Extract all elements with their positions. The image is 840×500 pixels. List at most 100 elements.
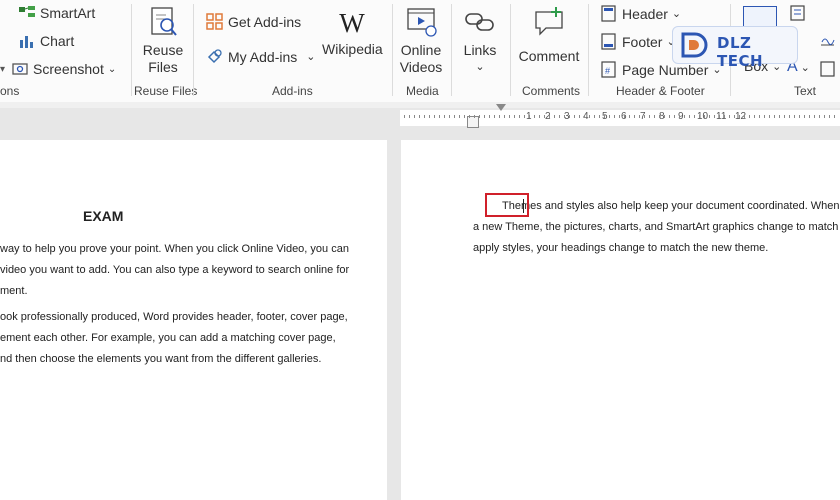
ruler-tick [469,115,470,118]
links-button[interactable]: Links ⌄ [456,8,504,76]
chart-button[interactable]: Chart [18,33,74,49]
separator [392,4,393,96]
quick-parts-icon [790,5,805,21]
ruler-tick [789,115,790,118]
separator [588,4,589,96]
ruler-tick [439,115,440,118]
smartart-icon [19,6,35,17]
chart-label: Chart [40,33,75,49]
ruler-tick [574,115,575,118]
chart-icon [20,36,33,48]
footer-button[interactable]: Footer ⌄ [601,33,676,50]
comments-group-label: Comments [522,84,581,98]
ruler-tick [599,115,600,118]
ruler-tick [589,115,590,118]
ruler-tick [679,115,680,118]
ruler-tick [824,115,825,118]
ruler-tick [509,115,510,118]
ruler-tick [809,115,810,118]
first-line-indent-marker[interactable] [496,104,506,111]
online-videos-button[interactable]: Online Videos [397,6,445,76]
comment-label: Comment [518,48,580,64]
footer-icon [601,33,616,50]
ruler-tick [529,115,530,118]
ruler-tick [704,115,705,118]
wikipedia-button[interactable]: W Wikipedia [322,8,383,58]
left-line: ement each other. For example, you can a… [0,332,336,344]
ruler-tick [724,115,725,118]
ruler-tick [739,115,740,118]
ruler-tick [414,115,415,118]
separator [510,4,511,96]
chevron-down-icon: ⌄ [475,61,485,73]
screenshot-label: Screenshot [33,61,104,77]
my-addins-button[interactable]: My Add-ins ⌄ [206,48,315,65]
ruler-tick [719,115,720,118]
horizontal-ruler[interactable]: 123456789101112 [0,104,840,128]
separator [131,4,132,96]
ruler-tick [774,115,775,118]
ruler-tick [759,115,760,118]
ruler-tick [659,115,660,118]
ruler-tick [569,115,570,118]
comment-button[interactable]: Comment [515,6,583,65]
ruler-tick [674,115,675,118]
right-line-2: a new Theme, the pictures, charts, and S… [473,221,840,233]
ruler-track [400,110,840,126]
chevron-down-icon: ⌄ [671,8,682,20]
wikipedia-label: Wikipedia [322,41,383,57]
dlz-logo-icon [681,32,708,58]
reuse-files-group-label: Reuse Files [134,84,198,98]
smartart-button[interactable]: SmartArt [18,5,95,21]
online-video-icon [407,8,437,37]
drop-cap-button[interactable] [820,33,835,49]
screenshot-icon [12,63,28,75]
object-button[interactable] [820,61,835,77]
ruler-tick [514,115,515,118]
header-icon [601,5,616,22]
ruler-tick [714,115,715,118]
ruler-tick [754,115,755,118]
ruler-tick [689,115,690,118]
ruler-tick [539,115,540,118]
right-page[interactable]: Themes and styles also help keep your do… [401,140,840,500]
left-line: ook professionally produced, Word provid… [0,311,348,323]
ruler-tick [709,115,710,118]
ruler-tick [459,115,460,118]
media-group-label: Media [406,84,439,98]
footer-label: Footer [622,33,663,50]
ruler-tick [504,115,505,118]
object-icon [820,61,835,77]
left-page-title: EXAM [83,208,124,224]
get-addins-button[interactable]: Get Add-ins [206,13,301,30]
quick-parts-button[interactable] [790,5,805,21]
reuse-files-button[interactable]: Reuse Files [140,6,186,76]
ruler-tick [554,115,555,118]
ruler-tick [579,115,580,118]
right-line-1-rest: and styles also help keep your document … [541,200,840,212]
ruler-tick [819,115,820,118]
ruler-tick [624,115,625,118]
header-button[interactable]: Header ⌄ [601,5,681,22]
ruler-tick [474,115,475,118]
ruler-tick [654,115,655,118]
ruler-tick [524,115,525,118]
ruler-tick [454,115,455,118]
ruler-tick [644,115,645,118]
ruler-tick [639,115,640,118]
ruler-tick [559,115,560,118]
wikipedia-icon: W [339,8,365,38]
addins-shapes-icon [207,49,222,64]
reuse-files-label: Reuse Files [142,42,184,75]
screenshot-button[interactable]: ▾ Screenshot ⌄ [0,61,116,77]
ruler-tick [629,115,630,118]
ruler-tick [494,115,495,118]
left-page[interactable]: EXAM way to help you prove your point. W… [0,140,387,500]
illustrations-group-label: ons [0,84,20,98]
ruler-tick [694,115,695,118]
comment-icon [535,7,563,36]
ruler-tick [684,115,685,118]
left-line: ment. [0,285,28,297]
ruler-tick [794,115,795,118]
ribbon: SmartArt Chart ▾ Screenshot ⌄ ons Reuse … [0,0,840,103]
